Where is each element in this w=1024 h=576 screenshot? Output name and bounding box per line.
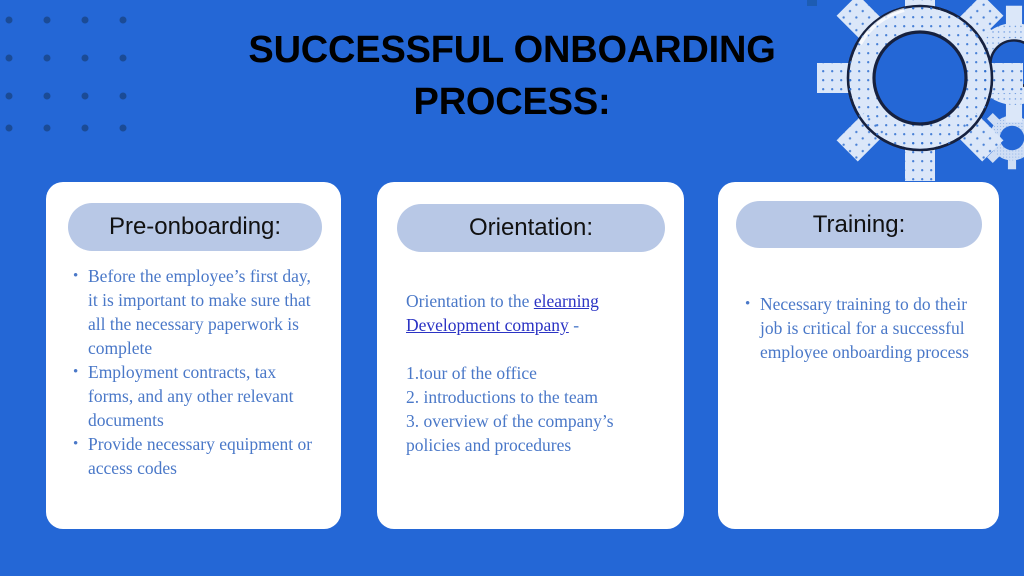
card-body-pre-onboarding: Before the employee’s first day, it is i… [72,264,322,480]
cards-container: Pre-onboarding: Before the employee’s fi… [0,0,1024,576]
bullet-list: Before the employee’s first day, it is i… [72,264,322,480]
numbered-item: 3. overview of the company’s policies an… [406,411,614,455]
bullet-list: Necessary training to do their job is cr… [744,292,978,364]
orientation-intro-suffix: - [568,315,580,335]
list-item: Employment contracts, tax forms, and any… [72,360,322,432]
card-heading-pre-onboarding: Pre-onboarding: [68,203,322,251]
list-item: Before the employee’s first day, it is i… [72,264,322,360]
numbered-item: 1.tour of the office [406,363,537,383]
card-heading-training: Training: [736,201,982,248]
card-heading-orientation: Orientation: [397,204,665,252]
card-body-orientation: Orientation to the elearning Development… [406,289,664,457]
slide-root: SUCCESSFUL ONBOARDING PROCESS: Pre-onboa… [0,0,1024,576]
list-item: Provide necessary equipment or access co… [72,432,322,480]
card-orientation[interactable]: Orientation: Orientation to the elearnin… [377,182,684,529]
card-training[interactable]: Training: Necessary training to do their… [718,182,999,529]
orientation-intro-prefix: Orientation to the [406,291,534,311]
card-body-training: Necessary training to do their job is cr… [744,292,978,364]
numbered-item: 2. introductions to the team [406,387,598,407]
list-item: Necessary training to do their job is cr… [744,292,978,364]
card-pre-onboarding[interactable]: Pre-onboarding: Before the employee’s fi… [46,182,341,529]
orientation-intro-paragraph: Orientation to the elearning Development… [406,289,664,337]
